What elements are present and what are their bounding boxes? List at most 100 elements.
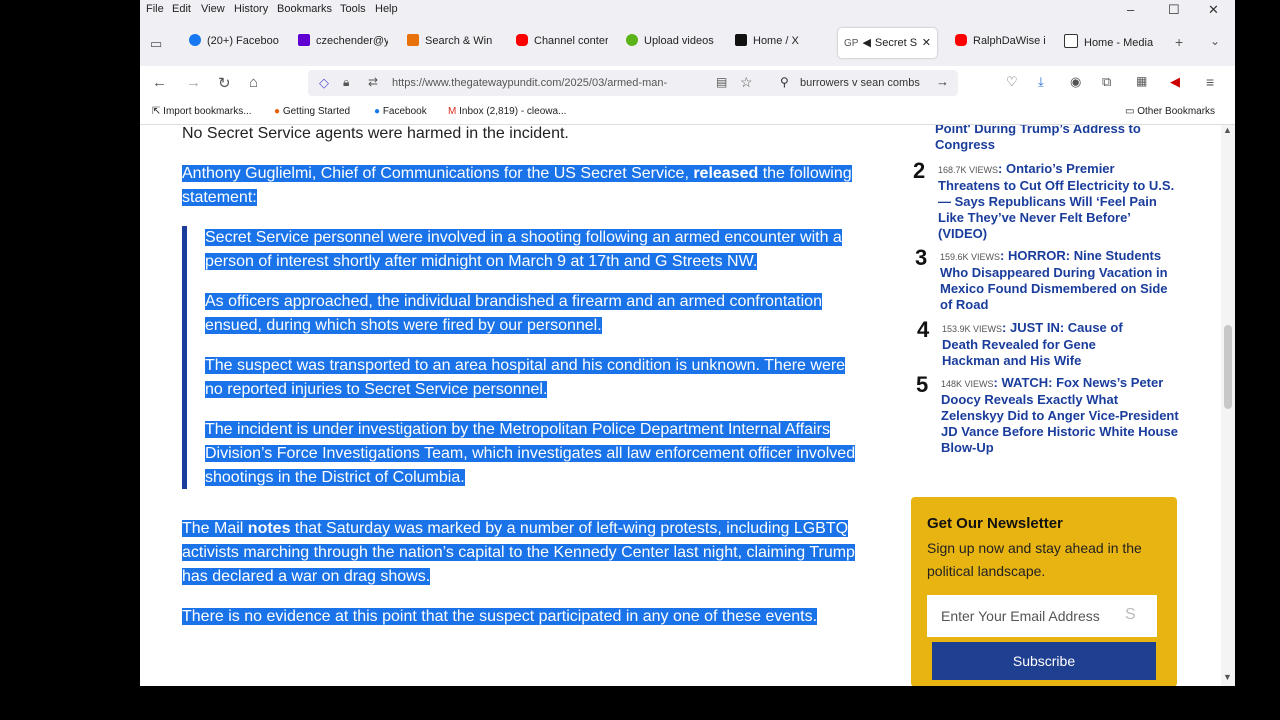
- tab-overview-icon[interactable]: ▭: [150, 36, 162, 52]
- text: Anthony Guglielmi, Chief of Communicatio…: [182, 165, 694, 182]
- scroll-up-icon[interactable]: ▲: [1223, 125, 1232, 135]
- views-count: 153.9K VIEWS: [942, 324, 1003, 334]
- close-window-icon[interactable]: ✕: [1208, 2, 1219, 18]
- reload-icon[interactable]: ↻: [218, 74, 231, 92]
- permissions-icon[interactable]: ⇄: [368, 75, 378, 89]
- tab-upload-videos[interactable]: Upload videos: [626, 34, 716, 56]
- lock-icon[interactable]: 🔒︎: [343, 75, 349, 90]
- bookmark-label: Import bookmarks...: [163, 106, 252, 117]
- menu-hamburger-icon[interactable]: ≡: [1206, 74, 1214, 90]
- page-icon: [1064, 34, 1078, 48]
- bookmark-getting-started[interactable]: ● Getting Started: [274, 106, 350, 117]
- quote-paragraph: As officers approached, the individual b…: [205, 290, 825, 338]
- notes-link[interactable]: notes: [248, 520, 291, 537]
- tab-secret-service[interactable]: GP ◀ Secret S ✕: [838, 28, 937, 58]
- menu-tools[interactable]: Tools: [340, 3, 366, 15]
- tab-label: Channel conter: [534, 35, 608, 47]
- x-icon: [735, 34, 747, 46]
- tab-label: Upload videos: [644, 35, 714, 47]
- blockquote-bar: [182, 226, 187, 489]
- quote-paragraph: The incident is under investigation by t…: [205, 418, 885, 490]
- rank-number: 2: [913, 158, 926, 183]
- autofill-icon[interactable]: S: [1125, 606, 1136, 624]
- megaphone-icon[interactable]: ◀: [1170, 74, 1180, 90]
- tab-ralphdawise[interactable]: RalphDaWise i: [955, 34, 1045, 56]
- menu-help[interactable]: Help: [375, 3, 398, 15]
- speaker-icon[interactable]: ◀: [862, 37, 870, 49]
- extension-badge-icon[interactable]: ▦: [1136, 74, 1147, 88]
- pocket-icon[interactable]: ♡: [1006, 74, 1018, 90]
- youtube-icon: [955, 34, 967, 46]
- views-count: 159.6K VIEWS: [940, 252, 1001, 262]
- bookmark-import[interactable]: ⇱ Import bookmarks...: [152, 106, 252, 117]
- scrollbar-thumb[interactable]: [1224, 325, 1232, 409]
- tab-yahoo-mail[interactable]: czechender@y: [298, 34, 388, 56]
- trending-title[interactable]: Point' During Trump’s Address to Congres…: [935, 125, 1141, 152]
- back-icon[interactable]: ←: [152, 74, 167, 91]
- tab-bar: ▭ (20+) Facebook czechender@y Search & W…: [140, 20, 1235, 66]
- trending-item-4[interactable]: 4 153.9K VIEWS: JUST IN: Cause of Death …: [917, 319, 1152, 369]
- search-icon: ⚲: [780, 75, 789, 89]
- search-input[interactable]: burrowers v sean combs: [800, 77, 920, 89]
- tab-facebook[interactable]: (20+) Facebook: [189, 34, 279, 56]
- extensions-icon[interactable]: ⧉: [1102, 74, 1111, 90]
- reader-view-icon[interactable]: ▤: [716, 75, 727, 89]
- bookmark-facebook[interactable]: ● Facebook: [374, 106, 427, 117]
- search-box[interactable]: ⚲ burrowers v sean combs →: [772, 70, 958, 96]
- import-icon: ⇱: [152, 106, 164, 117]
- menu-file[interactable]: File: [146, 3, 164, 15]
- trending-item-2[interactable]: 2 168.7K VIEWS: Ontario’s Premier Threat…: [913, 160, 1178, 242]
- menu-edit[interactable]: Edit: [172, 3, 191, 15]
- tab-home-media[interactable]: Home - Media: [1064, 34, 1154, 56]
- bookmark-label: Getting Started: [282, 106, 351, 117]
- released-link[interactable]: released: [693, 165, 758, 182]
- downloads-icon[interactable]: ⤓: [1038, 74, 1044, 90]
- separator: :: [998, 161, 1006, 176]
- email-field[interactable]: Enter Your Email Address S: [927, 595, 1157, 637]
- menu-bookmarks[interactable]: Bookmarks: [277, 3, 332, 15]
- go-arrow-icon[interactable]: →: [936, 74, 949, 89]
- new-tab-icon[interactable]: +: [1175, 34, 1183, 50]
- bookmarks-bar: ⇱ Import bookmarks... ● Getting Started …: [140, 100, 1235, 125]
- rank-number: 4: [917, 317, 930, 342]
- list-tabs-icon[interactable]: ⌄: [1210, 34, 1220, 48]
- maximize-icon[interactable]: ☐: [1168, 2, 1180, 18]
- trending-item-3[interactable]: 3 159.6K VIEWS: HORROR: Nine Students Wh…: [915, 247, 1180, 313]
- tab-channel-content[interactable]: Channel conter: [516, 34, 608, 56]
- text: The Mail: [182, 520, 248, 537]
- firefox-icon: ●: [274, 106, 283, 117]
- facebook-icon: ●: [374, 106, 383, 117]
- bookmark-label: Facebook: [382, 106, 427, 117]
- tab-home-x[interactable]: Home / X: [735, 34, 815, 56]
- menu-history[interactable]: History: [234, 3, 268, 15]
- newsletter-box: Get Our Newsletter Sign up now and stay …: [911, 497, 1177, 686]
- text: There is no evidence at this point that …: [182, 608, 818, 625]
- youtube-icon: [516, 34, 528, 46]
- newsletter-subtitle: Sign up now and stay ahead in the politi…: [927, 540, 1142, 579]
- menu-bar: File Edit View History Bookmarks Tools H…: [140, 0, 1235, 20]
- bookmark-label: Other Bookmarks: [1137, 106, 1216, 117]
- separator: :: [1000, 248, 1008, 263]
- trending-item-5[interactable]: 5 148K VIEWS: WATCH: Fox News’s Peter Do…: [916, 374, 1181, 456]
- gmail-icon: M: [448, 106, 460, 117]
- nav-bar: ← → ↻ ⌂ ◇ 🔒︎ ⇄ https://www.thegatewaypun…: [140, 66, 1235, 100]
- minimize-icon[interactable]: –: [1127, 2, 1134, 17]
- subscribe-button[interactable]: Subscribe: [932, 642, 1156, 680]
- tab-search-win[interactable]: Search & Win: [407, 34, 495, 56]
- text: The incident is under investigation by t…: [205, 421, 856, 486]
- scroll-down-icon[interactable]: ▼: [1223, 672, 1232, 682]
- rumble-icon: [626, 34, 638, 46]
- close-tab-icon[interactable]: ✕: [922, 28, 931, 58]
- account-icon[interactable]: ◉: [1070, 74, 1081, 90]
- separator: :: [1002, 320, 1010, 335]
- shield-icon[interactable]: ◇: [319, 75, 329, 91]
- menu-view[interactable]: View: [201, 3, 225, 15]
- bookmark-other[interactable]: ▭ Other Bookmarks: [1125, 106, 1215, 117]
- text: Secret Service personnel were involved i…: [205, 229, 842, 270]
- trending-item-1[interactable]: Point' During Trump’s Address to Congres…: [935, 125, 1155, 153]
- bookmark-star-icon[interactable]: ☆: [740, 74, 753, 91]
- vertical-scrollbar[interactable]: ▲ ▼: [1221, 125, 1235, 686]
- forward-icon[interactable]: →: [186, 74, 201, 91]
- bookmark-inbox[interactable]: M Inbox (2,819) - cleowa...: [448, 106, 566, 117]
- home-icon[interactable]: ⌂: [249, 74, 258, 91]
